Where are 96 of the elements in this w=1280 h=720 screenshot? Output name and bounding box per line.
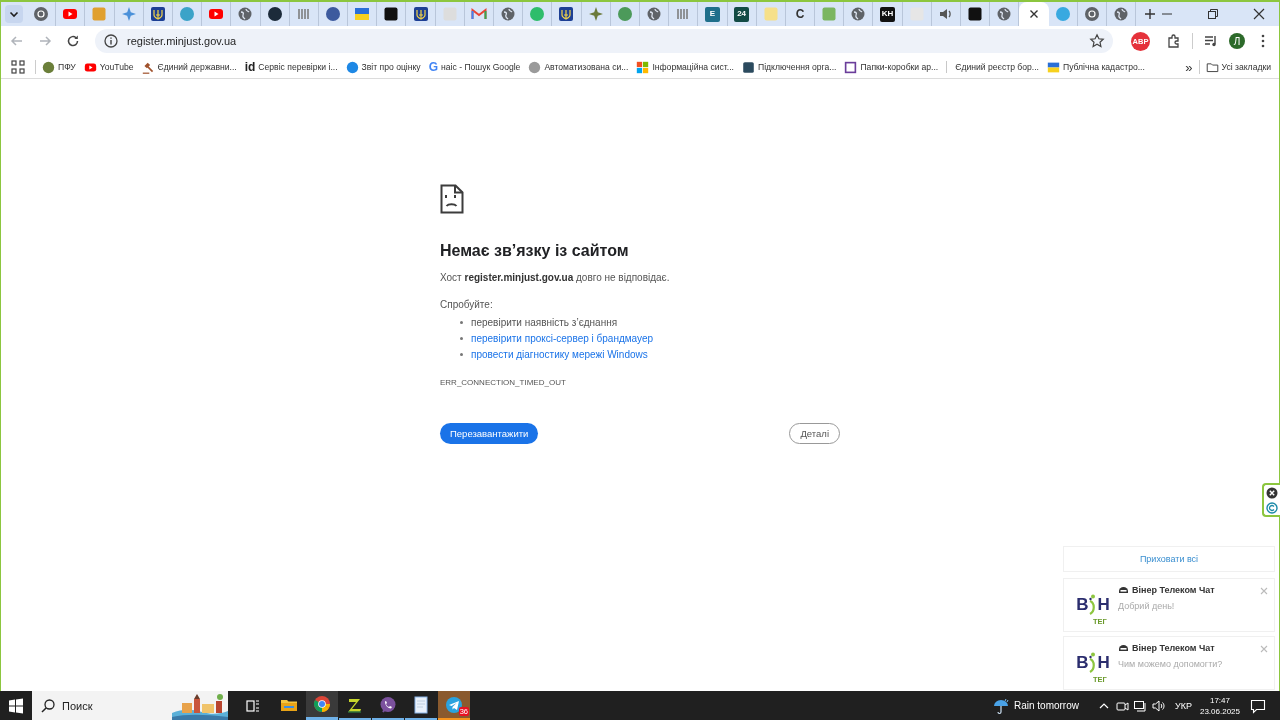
notepad-icon xyxy=(412,695,430,714)
logo-icon: G xyxy=(428,61,438,73)
url-text: register.minjust.gov.ua xyxy=(127,35,238,47)
logo-icon: id xyxy=(244,61,256,73)
bookmark-item[interactable]: G наіс - Пошук Google xyxy=(424,61,525,73)
trident-icon xyxy=(149,6,166,22)
search-icon xyxy=(40,697,56,714)
notification-title: Вінер Телеком Чат xyxy=(1132,585,1215,595)
profile-avatar[interactable]: Л xyxy=(1229,33,1245,49)
chrome-icon xyxy=(313,695,331,713)
error-title: Немає зв’язку із сайтом xyxy=(440,242,630,260)
task-view-icon[interactable] xyxy=(246,698,260,713)
bookmark-item[interactable]: Інформаційна сист... xyxy=(632,60,738,74)
circle-icon[interactable] xyxy=(1266,501,1278,514)
hide-all-button[interactable]: Приховати всі xyxy=(1063,546,1275,572)
globe-icon xyxy=(237,6,254,22)
bookmark-item[interactable]: Єдиний державни... xyxy=(137,60,241,74)
browser-tab[interactable]: C xyxy=(785,2,816,26)
logo-icon: KH xyxy=(880,6,896,22)
bookmark-item[interactable]: YouTube xyxy=(79,60,138,74)
gmail-icon xyxy=(470,6,487,22)
flag-icon xyxy=(1046,60,1060,74)
bullet-icon xyxy=(460,336,463,340)
bookmark-item[interactable]: Публічна кадастро... xyxy=(1042,60,1149,74)
suggestion-link[interactable]: провести діагностику мережі Windows xyxy=(471,348,648,360)
browser-tab[interactable]: E xyxy=(698,2,728,26)
youtube-icon xyxy=(208,6,225,22)
notification-message: Чим можемо допомогти? xyxy=(1118,659,1223,669)
chrome-icon xyxy=(33,6,50,22)
clock-date[interactable]: 23.06.2025 xyxy=(1199,705,1240,717)
umbrella-icon xyxy=(991,696,1010,715)
error-code: ERR_CONNECTION_TIMED_OUT xyxy=(440,378,567,387)
bookmark-item[interactable]: id Сервіс перевірки і... xyxy=(240,61,342,73)
weather-widget[interactable]: Rain tomorrow xyxy=(991,696,1079,715)
globe-icon xyxy=(646,6,663,22)
globe-icon xyxy=(996,6,1013,22)
bookmark-item[interactable]: ПФУ xyxy=(38,60,80,74)
close-icon[interactable] xyxy=(1251,6,1267,22)
browser-tab[interactable]: KH xyxy=(873,2,903,26)
start-icon[interactable] xyxy=(8,697,24,714)
extensions-icon[interactable] xyxy=(1166,33,1182,49)
bookmark-item[interactable]: Звіт про оцінку xyxy=(341,60,425,74)
chrome-icon xyxy=(1083,6,1100,22)
logo-icon: C xyxy=(795,8,805,20)
close-icon[interactable] xyxy=(1266,486,1278,499)
folder-icon xyxy=(1205,60,1219,74)
error-message: Хост register.minjust.gov.ua довго не відповідає. xyxy=(440,272,671,283)
taskbar-app-button[interactable] xyxy=(306,691,338,720)
bookmark-item[interactable]: Папки-коробки ар... xyxy=(840,60,943,74)
bookmark-star-icon[interactable] xyxy=(1089,33,1105,49)
youtube-icon xyxy=(62,6,79,22)
notification-title: Вінер Телеком Чат xyxy=(1132,643,1215,653)
logo-icon: E xyxy=(704,6,720,22)
bars-icon xyxy=(295,6,312,22)
details-button[interactable]: Деталі xyxy=(789,423,840,444)
apps-icon[interactable] xyxy=(11,60,25,74)
notification-message: Добрий день! xyxy=(1118,601,1176,611)
notifications-icon[interactable] xyxy=(1250,697,1266,714)
speaker-icon xyxy=(937,6,954,22)
media-controls-icon[interactable] xyxy=(1203,33,1219,49)
bullet-icon xyxy=(460,352,463,356)
chat-icon xyxy=(1118,643,1129,653)
browser-tab[interactable]: 24 xyxy=(727,2,757,26)
suggestion-link[interactable]: перевірити проксі-сервер і брандмауер xyxy=(471,332,654,344)
suggestion-heading: Спробуйте: xyxy=(440,299,494,310)
network-icon[interactable] xyxy=(1133,698,1147,713)
restore-icon[interactable] xyxy=(1205,6,1221,22)
reload-button[interactable]: Перезавантажити xyxy=(440,423,539,444)
info-icon[interactable] xyxy=(103,33,119,49)
trident-icon xyxy=(558,6,575,22)
reload-icon[interactable] xyxy=(65,33,81,49)
globe-icon xyxy=(1113,6,1130,22)
logo-icon: 24 xyxy=(734,6,750,22)
tiles-icon xyxy=(636,60,650,74)
youtube-icon xyxy=(83,60,97,74)
phone-bubble-icon xyxy=(379,695,397,714)
search-field[interactable]: Поиск xyxy=(32,691,228,720)
bullet-icon xyxy=(460,320,463,324)
gavel-icon xyxy=(141,60,155,74)
sad-page-icon xyxy=(440,184,464,214)
globe-icon xyxy=(500,6,517,22)
bookmark-item[interactable]: Підключення орга... xyxy=(737,60,841,74)
speaker-icon[interactable] xyxy=(1151,698,1165,713)
chat-icon xyxy=(1118,585,1129,595)
suggestion-text: перевірити наявність з’єднання xyxy=(471,316,618,328)
globe-icon xyxy=(850,6,867,22)
bookmark-item[interactable]: Єдиний реєстр бор... xyxy=(951,62,1043,72)
bookmark-item[interactable]: Автоматизована си... xyxy=(524,60,633,74)
more-bookmarks-button[interactable]: » xyxy=(1181,59,1197,75)
flag-icon xyxy=(354,6,371,22)
address-bar[interactable]: register.minjust.gov.ua xyxy=(95,29,1113,53)
tab-search-button[interactable] xyxy=(5,5,23,23)
trident-icon xyxy=(412,6,429,22)
clock-time[interactable]: 17:47 xyxy=(1209,694,1230,706)
language-indicator[interactable]: УКР xyxy=(1175,700,1192,711)
all-bookmarks-button[interactable]: Усі закладки xyxy=(1201,60,1275,74)
